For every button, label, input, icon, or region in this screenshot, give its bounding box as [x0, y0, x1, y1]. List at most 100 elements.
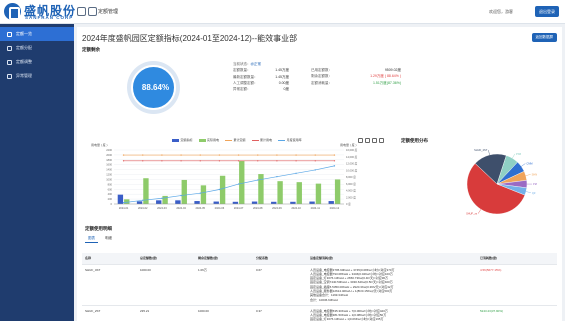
bar-quota [271, 201, 277, 204]
warning-icon [7, 73, 12, 79]
table-row[interactable]: SHUF_4ST 1000.00 1.06万 0.67 人员设备_电控器3795.90K… [82, 264, 557, 306]
download-icon[interactable] [358, 138, 363, 143]
line-point [142, 154, 144, 156]
sidebar-item-adjustment[interactable]: 定额调整 [0, 55, 74, 69]
top-bar: 盛帆股份 SANFRAN CORP 定额管理 欢迎您，游客 退出登录 [0, 0, 565, 24]
cell-total: 235.21 [137, 305, 195, 321]
bar-actual [296, 182, 302, 204]
bar-quota [290, 201, 296, 204]
x-tick-label: 2024-03 [157, 206, 167, 210]
pie-leader [521, 163, 526, 167]
line-point [122, 154, 125, 156]
line-point [276, 175, 278, 178]
bar-actual [315, 183, 322, 204]
usage-line: 固定设备_灯3076.13KwH + 1(0.06Kw/小时)=对应165万 [310, 317, 384, 321]
detail-table: 名称 总定额数(度) 剩余定额数(度) 分配系数 设备定额消耗(度) 已消耗数(… [82, 253, 557, 321]
sidebar-item-overview[interactable]: 定额一览 [0, 27, 74, 41]
right-tick-label: 4,000 度 [346, 189, 356, 193]
bar-quota [232, 201, 239, 204]
grid-icon [7, 31, 12, 37]
line-point [295, 172, 297, 174]
status-label: 当前状态： [233, 62, 251, 66]
cell-consumed: 4.56(5677.15%) [477, 264, 557, 306]
line-point [295, 160, 297, 162]
x-tick-label: 2024-01 [119, 206, 129, 210]
legend-item[interactable]: 月度使用率 [278, 138, 302, 142]
x-tick-label: 2024-02 [138, 206, 148, 210]
x-tick-label: 2024-04 [176, 206, 186, 210]
bar-quota [156, 200, 162, 204]
user-greeting: 欢迎您，游客 [489, 9, 513, 14]
menu-icon[interactable] [88, 7, 97, 16]
cell-coef: 0.67 [253, 264, 307, 306]
sidebar-item-label: 定额一览 [16, 31, 32, 36]
line-point [180, 154, 182, 156]
pie-label: PSB [516, 152, 521, 156]
logout-button[interactable]: 退出登录 [535, 6, 559, 17]
info-value: 0度 [283, 87, 289, 92]
tab-chart[interactable]: 图表 [85, 235, 98, 243]
col-remain: 剩余定额数(度) [195, 253, 253, 265]
right-tick-label: 14,000 度 [346, 155, 358, 159]
line-point [161, 154, 163, 156]
info-row: 异常定额： 0度 [233, 86, 289, 92]
bar-quota [136, 201, 143, 204]
bar-actual [162, 195, 168, 204]
x-tick-label: 2024-08 [253, 206, 263, 210]
info-row: 定额消耗量： 1.51万度(87.36%) [311, 80, 401, 86]
back-to-dashboard-button[interactable]: 返回数据屏 [531, 33, 557, 42]
line-point [295, 154, 297, 156]
line-point [257, 154, 259, 156]
sidebar-item-exceptions[interactable]: 异常管理 [0, 69, 74, 83]
legend-label: 月度使用率 [286, 138, 302, 142]
line-point [257, 160, 259, 162]
legend-label: 累计用电 [260, 138, 273, 142]
info-label: 异常定额： [233, 87, 251, 92]
left-tick-label: 2200 [106, 148, 112, 152]
left-tick-label: 800 [108, 182, 113, 186]
usage-line: 合计：10036.63KwH [310, 297, 338, 302]
line-point [199, 160, 201, 162]
pie-leader [512, 153, 516, 159]
table-row[interactable]: SHUF_2ST 235.21 1000.00 0.37 人员设备_电控器535.30K… [82, 305, 557, 321]
gauge-value: 88.64% [141, 83, 170, 92]
x-tick-label: 2024-09 [272, 206, 282, 210]
legend-label: 累计定额 [233, 138, 246, 142]
save-icon[interactable] [379, 138, 384, 143]
pie-leader [525, 174, 531, 176]
home-icon[interactable] [77, 7, 86, 16]
x-tick-label: 2024-07 [234, 206, 244, 210]
right-tick-label: 12,000 度 [346, 162, 358, 166]
x-tick-label: 2024-05 [195, 206, 205, 210]
col-total: 总定额数(度) [137, 253, 195, 265]
status-value: @正常 [250, 62, 262, 66]
bar-quota [194, 201, 200, 204]
pie-leader [478, 209, 482, 214]
distribution-heading: 定额使用分布 [401, 138, 428, 143]
line-point [276, 160, 278, 162]
legend-item[interactable]: 定额指标 [172, 138, 193, 142]
cell-device-usage: 人员设备_电控器3795.90KwH + 3745(0.08Kw/小时)=对应3… [307, 264, 477, 306]
line-point [199, 154, 201, 156]
logo-icon [4, 3, 21, 20]
left-tick-label: 400 [108, 192, 113, 196]
line-point [122, 201, 125, 204]
sidebar-item-allocation[interactable]: 定额分配 [0, 41, 74, 55]
refresh-icon[interactable] [372, 138, 377, 143]
legend-item[interactable]: 累计用电 [251, 138, 273, 142]
line-point [257, 179, 259, 181]
line-point [122, 160, 125, 162]
pie-label: SHUF_xx [466, 212, 478, 216]
left-tick-label: 1400 [106, 168, 112, 172]
legend-item[interactable]: 累计定额 [225, 138, 246, 142]
module-title[interactable]: 定额管理 [98, 8, 118, 15]
line-point [314, 169, 316, 171]
zoom-icon[interactable] [365, 138, 370, 143]
cell-remain: 1000.00 [195, 305, 253, 321]
line-point [276, 154, 278, 156]
detail-tabs: 图表 明细 [85, 235, 115, 243]
tab-detail[interactable]: 明细 [102, 235, 115, 243]
line-point [237, 154, 240, 156]
legend-item[interactable]: 实际用电 [198, 138, 219, 142]
line-point [161, 197, 163, 199]
